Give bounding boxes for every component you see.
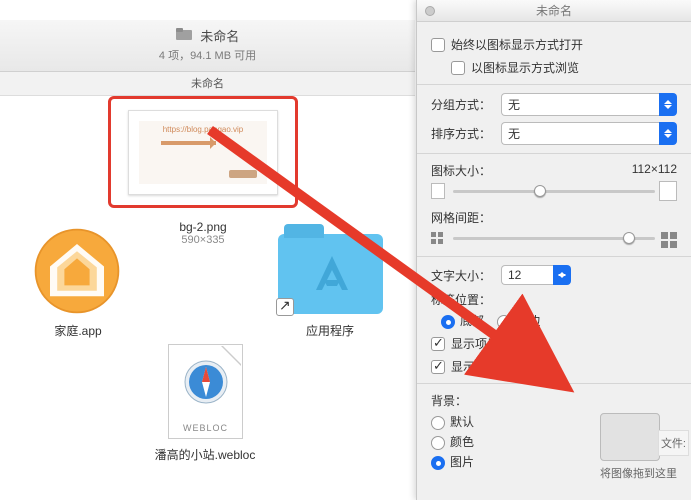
- background-label: 背景：: [431, 392, 677, 409]
- chevron-updown-icon: [659, 122, 677, 145]
- inspector-title: 未命名: [417, 0, 691, 22]
- apps-folder-label[interactable]: 应用程序: [260, 322, 400, 339]
- grid-spacing-slider[interactable]: [431, 230, 677, 246]
- file-dimensions: 590×335: [133, 234, 273, 246]
- apps-a-icon: [310, 252, 354, 296]
- alias-badge-icon: [276, 298, 294, 316]
- side-label: 文件:: [658, 430, 689, 456]
- background-image-well[interactable]: [600, 413, 660, 461]
- bg-image-radio[interactable]: 图片: [431, 453, 590, 470]
- file-name: bg-2.png: [133, 220, 273, 234]
- bg-drop-hint: 将图像拖到这里: [600, 465, 677, 481]
- close-dot[interactable]: [425, 6, 435, 16]
- path-bar[interactable]: 未命名: [0, 72, 415, 96]
- text-size-select[interactable]: 12: [501, 265, 571, 285]
- status-subtitle: 4 项，94.1 MB 可用: [0, 45, 415, 69]
- thumb-button: [229, 170, 257, 178]
- large-page-icon: [659, 181, 677, 201]
- sort-by-label: 排序方式：: [431, 125, 501, 142]
- tight-grid-icon: [431, 232, 443, 244]
- icon-size-label: 图标大小：: [431, 162, 491, 179]
- grid-spacing-label: 网格间距：: [431, 209, 491, 226]
- icon-size-value: 112×112: [632, 162, 677, 179]
- view-options-panel: 未命名 始终以图标显示方式打开 以图标显示方式浏览 分组方式： 无 排序方式： …: [416, 0, 691, 500]
- always-icon-checkbox[interactable]: 始终以图标显示方式打开: [431, 36, 677, 53]
- safari-compass-icon: [183, 359, 229, 405]
- icon-canvas[interactable]: https://blog.pangao.vip bg-2.png 590×335…: [0, 96, 415, 496]
- bg-color-radio[interactable]: 颜色: [431, 433, 590, 450]
- home-app-icon[interactable]: [32, 226, 122, 321]
- group-by-select[interactable]: 无: [501, 93, 677, 116]
- webloc-file[interactable]: WEBLOC: [168, 344, 243, 439]
- bg-default-radio[interactable]: 默认: [431, 413, 590, 430]
- loose-grid-icon: [661, 232, 677, 248]
- show-preview-checkbox[interactable]: 显示图标预览: [431, 358, 677, 375]
- browse-icon-checkbox[interactable]: 以图标显示方式浏览: [451, 59, 677, 76]
- applications-folder[interactable]: [278, 234, 383, 314]
- file-thumbnail[interactable]: https://blog.pangao.vip: [128, 110, 278, 195]
- show-info-checkbox[interactable]: 显示项目简介: [431, 335, 677, 352]
- icon-size-slider[interactable]: [431, 183, 677, 199]
- chevron-updown-icon: [553, 265, 571, 285]
- finder-window: 未命名 4 项，94.1 MB 可用 未命名 https://blog.pang…: [0, 20, 415, 500]
- sort-by-select[interactable]: 无: [501, 122, 677, 145]
- group-by-label: 分组方式：: [431, 96, 501, 113]
- thumb-url-text: https://blog.pangao.vip: [139, 125, 267, 134]
- small-page-icon: [431, 183, 445, 199]
- webloc-label[interactable]: 潘高的小站.webloc: [135, 446, 275, 463]
- home-app-label[interactable]: 家庭.app: [8, 322, 148, 339]
- label-position-label: 标签位置：: [431, 291, 677, 308]
- label-bottom-radio[interactable]: 底部: [441, 314, 484, 328]
- folder-icon: [176, 27, 192, 45]
- chevron-updown-icon: [659, 93, 677, 116]
- thumb-arrow: [161, 141, 216, 145]
- window-title: 未命名: [200, 29, 239, 44]
- inspector-titlebar[interactable]: 未命名: [417, 0, 691, 22]
- file-label[interactable]: bg-2.png 590×335: [133, 220, 273, 246]
- webloc-tag: WEBLOC: [169, 423, 242, 433]
- text-size-label: 文字大小：: [431, 267, 501, 284]
- finder-titlebar[interactable]: 未命名 4 项，94.1 MB 可用: [0, 20, 415, 72]
- label-right-radio[interactable]: 右边: [497, 314, 540, 328]
